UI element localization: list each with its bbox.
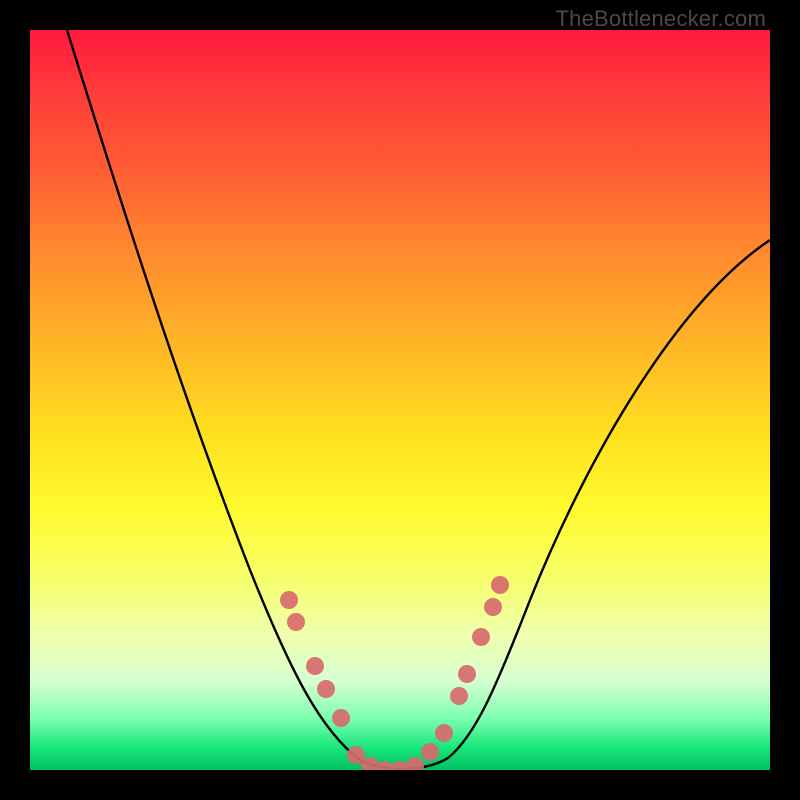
scatter-points bbox=[280, 576, 509, 770]
watermark-text: TheBottlenecker.com bbox=[556, 6, 766, 32]
bottleneck-curve-svg bbox=[30, 30, 770, 770]
chart-frame: TheBottlenecker.com bbox=[0, 0, 800, 800]
bottleneck-curve-path bbox=[67, 30, 770, 769]
